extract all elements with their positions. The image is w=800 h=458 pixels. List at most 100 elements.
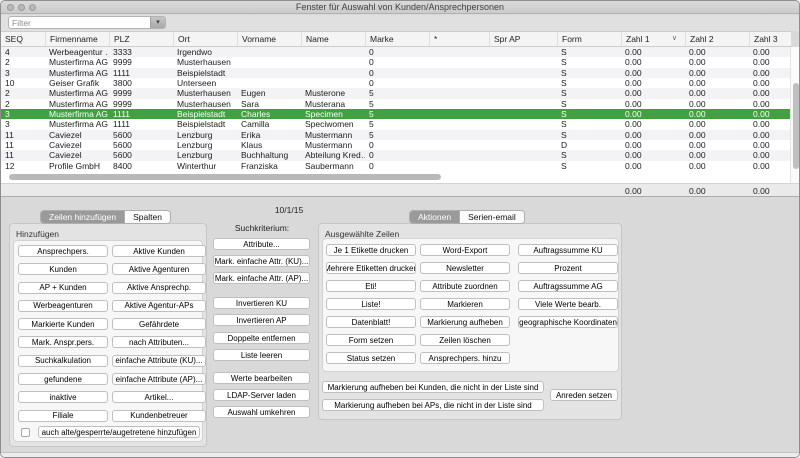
ansprechpers-hinzu-button[interactable]: Ansprechpers. hinzu — [420, 352, 510, 364]
column-header-ort[interactable]: Ort — [173, 32, 237, 46]
column-header-firmenname[interactable]: Firmenname — [45, 32, 109, 46]
actions-row: Je 1 Etikette drucken Word-Export Auftrags… — [326, 244, 618, 256]
mark-anspr-pers-button[interactable]: Mark. Anspr.pers. — [18, 336, 108, 348]
artikel-button[interactable]: Artikel... — [112, 391, 206, 403]
kunden-button[interactable]: Kunden — [18, 263, 108, 275]
table-row[interactable]: 11Caviezel5600LenzburgKlausMustermann0D0… — [1, 140, 791, 150]
tab-spalten[interactable]: Spalten — [124, 211, 170, 223]
datenblatt-button[interactable]: Datenblatt! — [326, 316, 416, 328]
einfache-attribute-ap-button[interactable]: einfache Attribute (AP)... — [112, 373, 206, 385]
table-row[interactable]: 12Profile GmbH8400WinterthurFranziskaSau… — [1, 161, 791, 171]
filter-input[interactable] — [9, 17, 150, 28]
column-header-zahl-3[interactable]: Zahl 3 — [749, 32, 791, 46]
table-row[interactable]: 10Geiser Grafik3800Unterseen0S0.000.000.… — [1, 78, 791, 88]
table-cell: Geiser Grafik — [45, 78, 109, 88]
table-cell: Franziska — [237, 161, 301, 171]
prozent-button[interactable]: Prozent — [518, 262, 618, 274]
status-setzen-button[interactable]: Status setzen — [326, 352, 416, 364]
unmark-customers-not-in-list-button[interactable]: Markierung aufheben bei Kunden, die nich… — [322, 381, 544, 393]
table-cell: S — [557, 68, 621, 78]
table-row[interactable]: 3Musterfirma AG1111BeispielstadtCharlesS… — [1, 109, 791, 119]
column-header-zahl-1[interactable]: Zahl 1∨ — [621, 32, 685, 46]
anreden-setzen-button[interactable]: Anreden setzen — [550, 389, 618, 401]
horizontal-scrollbar[interactable] — [1, 171, 791, 183]
zeilen-l-schen-button[interactable]: Zeilen löschen — [420, 334, 510, 346]
hinzufuegen-group-label: Hinzufügen — [16, 229, 59, 239]
einfache-attribute-ku-button[interactable]: einfache Attribute (KU)... — [112, 355, 206, 367]
tab-zeilen-hinzufuegen[interactable]: Zeilen hinzufügen — [41, 211, 124, 223]
invertieren-ku-button[interactable]: Invertieren KU — [213, 297, 310, 309]
table-row[interactable]: 2Musterfirma AG9999MusterhausenSaraMuste… — [1, 99, 791, 109]
markierte-kunden-button[interactable]: Markierte Kunden — [18, 318, 108, 330]
table-cell: Charles — [237, 109, 301, 119]
aktive-agenturen-button[interactable]: Aktive Agenturen — [112, 263, 206, 275]
column-header-plz[interactable]: PLZ — [109, 32, 173, 46]
table-row[interactable]: 11Caviezel5600LenzburgErikaMustermann5S0… — [1, 130, 791, 140]
aktive-ansprechp-button[interactable]: Aktive Ansprechp. — [112, 282, 206, 294]
auftragssumme-ag-button[interactable]: Auftragssumme AG — [518, 280, 618, 292]
newsletter-button[interactable]: Newsletter — [420, 262, 510, 274]
column-header-seq[interactable]: SEQ — [1, 32, 45, 46]
unmark-aps-not-in-list-button[interactable]: Markierung aufheben bei APs, die nicht i… — [322, 399, 544, 411]
column-header-star[interactable]: * — [429, 32, 489, 46]
vertical-scrollbar[interactable] — [790, 47, 800, 183]
table-row[interactable]: 4Werbeagentur …3333Irgendwo0S0.000.000.0… — [1, 47, 791, 57]
column-header-zahl-2[interactable]: Zahl 2 — [685, 32, 749, 46]
liste-button[interactable]: Liste! — [326, 298, 416, 310]
suchkalkulation-button[interactable]: Suchkalkulation — [18, 355, 108, 367]
aktive-kunden-button[interactable]: Aktive Kunden — [112, 245, 206, 257]
je-1-etikette-drucken-button[interactable]: Je 1 Etikette drucken — [326, 244, 416, 256]
markierung-aufheben-button[interactable]: Markierung aufheben — [420, 316, 510, 328]
liste-leeren-button[interactable]: Liste leeren — [213, 349, 310, 361]
gef-hrdete-button[interactable]: Gefährdete — [112, 318, 206, 330]
nach-attributen-button[interactable]: nach Attributen... — [112, 336, 206, 348]
form-setzen-button[interactable]: Form setzen — [326, 334, 416, 346]
doppelte-entfernen-button[interactable]: Doppelte entfernen — [213, 332, 310, 344]
aktive-agentur-aps-button[interactable]: Aktive Agentur-APs — [112, 300, 206, 312]
viele-werte-bearb-button[interactable]: Viele Werte bearb. — [518, 298, 618, 310]
markieren-button[interactable]: Markieren — [420, 298, 510, 310]
horizontal-scrollbar-thumb[interactable] — [9, 174, 441, 180]
attribute-button[interactable]: Attribute... — [213, 238, 310, 250]
mark-einfache-attr-ku-button[interactable]: Mark. einfache Attr. (KU)... — [213, 255, 310, 267]
word-export-button[interactable]: Word-Export — [420, 244, 510, 256]
inaktive-button[interactable]: inaktive — [18, 391, 108, 403]
table-row[interactable]: 2Musterfirma AG9999MusterhausenEugenMust… — [1, 88, 791, 98]
filter-dropdown-button[interactable]: ▾ — [150, 17, 165, 28]
geographische-koordinaten-button[interactable]: geographische Koordinaten — [518, 316, 618, 328]
filter-combobox[interactable]: ▾ — [8, 16, 166, 29]
mark-einfache-attr-ap-button[interactable]: Mark. einfache Attr. (AP)... — [213, 272, 310, 284]
column-header-vorname[interactable]: Vorname — [237, 32, 301, 46]
vertical-scrollbar-thumb[interactable] — [793, 83, 799, 169]
ap-kunden-button[interactable]: AP + Kunden — [18, 282, 108, 294]
eti-button[interactable]: Eti! — [326, 280, 416, 292]
table-row[interactable]: 11Caviezel5600LenzburgBuchhaltungAbteilu… — [1, 150, 791, 160]
table-row[interactable]: 3Musterfirma AG1111Beispielstadt0S0.000.… — [1, 68, 791, 78]
invertieren-ap-button[interactable]: Invertieren AP — [213, 314, 310, 326]
table-cell: Speciwomen — [301, 119, 365, 129]
include-old-button[interactable]: auch alte/gesperrte/augetretene hinzufüg… — [38, 426, 200, 438]
gefundene-button[interactable]: gefundene — [18, 373, 108, 385]
column-header-form[interactable]: Form — [557, 32, 621, 46]
ansprechpers-button[interactable]: Ansprechpers. — [18, 245, 108, 257]
tab-aktionen[interactable]: Aktionen — [410, 211, 459, 223]
ldap-server-laden-button[interactable]: LDAP-Server laden — [213, 389, 310, 401]
column-header-name[interactable]: Name — [301, 32, 365, 46]
werbeagenturen-button[interactable]: Werbeagenturen — [18, 300, 108, 312]
tab-serien-email[interactable]: Serien-email — [459, 211, 524, 223]
kundenbetreuer-button[interactable]: Kundenbetreuer — [112, 410, 206, 422]
column-header-spr-ap[interactable]: Spr AP — [489, 32, 557, 46]
auswahl-umkehren-button[interactable]: Auswahl umkehren — [213, 406, 310, 418]
column-header-marke[interactable]: Marke — [365, 32, 429, 46]
werte-bearbeiten-button[interactable]: Werte bearbeiten — [213, 372, 310, 384]
attribute-zuordnen-button[interactable]: Attribute zuordnen — [420, 280, 510, 292]
include-old-checkbox[interactable] — [21, 428, 30, 437]
table-cell: S — [557, 161, 621, 171]
auftragssumme-ku-button[interactable]: Auftragssumme KU — [518, 244, 618, 256]
filiale-button[interactable]: Filiale — [18, 410, 108, 422]
table-cell — [429, 78, 489, 88]
table-row[interactable]: 3Musterfirma AG1111BeispielstadtCamillaS… — [1, 119, 791, 129]
total-zahl-1: 0.00 — [625, 186, 642, 196]
mehrere-etiketten-drucken-button[interactable]: Mehrere Etiketten drucken — [326, 262, 416, 274]
table-row[interactable]: 2Musterfirma AG9999Musterhausen0S0.000.0… — [1, 57, 791, 67]
